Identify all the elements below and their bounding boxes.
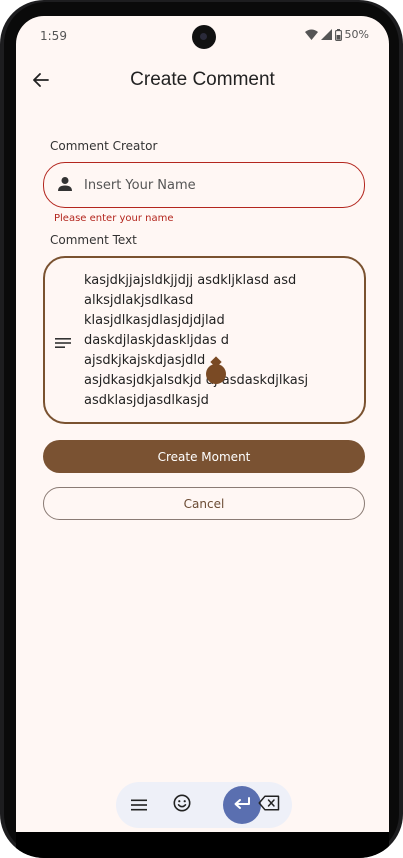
menu-icon (131, 796, 147, 815)
phone-frame: 1:59 50% Create Comment Comment Creator … (0, 0, 403, 858)
enter-icon (233, 796, 251, 815)
cancel-button[interactable]: Cancel (43, 487, 365, 520)
status-indicators: 50% (304, 28, 369, 41)
keyboard-menu-button[interactable] (120, 786, 158, 824)
battery-icon (334, 28, 342, 41)
create-moment-button[interactable]: Create Moment (43, 440, 365, 473)
app-screen: 1:59 50% Create Comment Comment Creator … (16, 16, 389, 832)
comment-text-input[interactable]: kasjdkjjajsldkjjdjj asdkljklasd asd alks… (43, 256, 366, 424)
wifi-icon (304, 29, 318, 40)
notes-icon (55, 334, 71, 353)
person-icon (57, 176, 73, 196)
keyboard-emoji-button[interactable] (163, 786, 201, 824)
name-input-placeholder: Insert Your Name (84, 178, 196, 193)
front-camera (192, 25, 216, 49)
keyboard-toolbar (116, 782, 292, 828)
emoji-icon (173, 794, 191, 816)
comment-creator-label: Comment Creator (50, 139, 158, 153)
comment-text-value: kasjdkjjajsldkjjdjj asdkljklasd asd alks… (84, 273, 309, 408)
backspace-icon (258, 795, 280, 815)
keyboard-backspace-button[interactable] (250, 786, 288, 824)
name-input[interactable]: Insert Your Name (43, 162, 365, 208)
battery-percent: 50% (344, 28, 369, 41)
status-bar: 1:59 50% (16, 16, 389, 56)
comment-text-label: Comment Text (50, 233, 137, 247)
bottom-bezel (16, 832, 389, 858)
text-cursor-handle[interactable] (206, 364, 226, 384)
signal-icon (320, 29, 332, 40)
name-error-message: Please enter your name (54, 213, 174, 224)
status-time: 1:59 (40, 29, 67, 43)
page-title: Create Comment (130, 69, 275, 90)
